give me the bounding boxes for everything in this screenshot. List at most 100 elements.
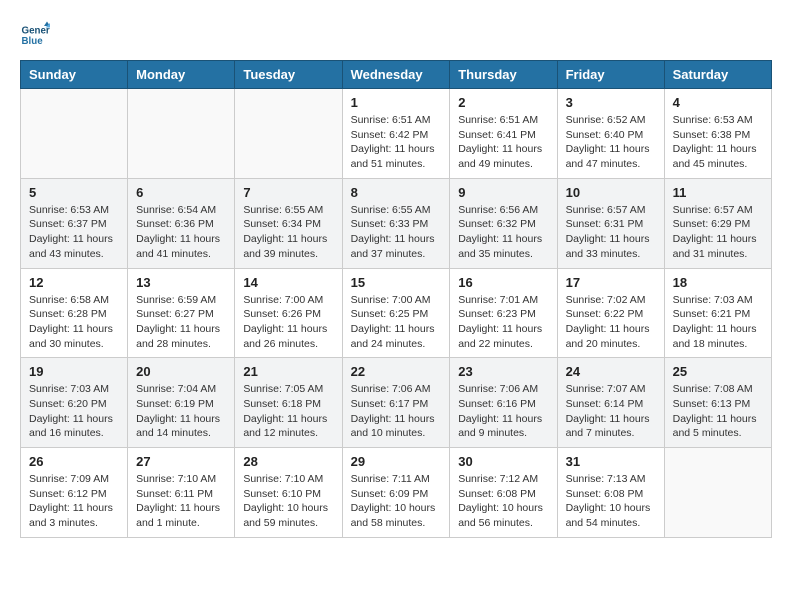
day-info: Sunrise: 7:09 AMSunset: 6:12 PMDaylight:…: [29, 472, 119, 531]
calendar-day-cell: 29 Sunrise: 7:11 AMSunset: 6:09 PMDayligh…: [342, 448, 450, 538]
page-header: General Blue: [20, 20, 772, 50]
calendar-day-cell: 16 Sunrise: 7:01 AMSunset: 6:23 PMDayligh…: [450, 268, 557, 358]
calendar-day-cell: 26Sunrise: 7:09 AMSunset: 6:12 PMDayligh…: [21, 448, 128, 538]
weekday-header-row: SundayMondayTuesdayWednesdayThursdayFrid…: [21, 61, 772, 89]
calendar-day-cell: 14Sunrise: 7:00 AMSunset: 6:26 PMDayligh…: [235, 268, 342, 358]
calendar-week-row: 19 Sunrise: 7:03 AMSunset: 6:20 PMDayligh…: [21, 358, 772, 448]
day-info: Sunrise: 6:53 AMSunset: 6:38 PMDaylight:…: [673, 113, 763, 172]
day-info: Sunrise: 7:03 AMSunset: 6:21 PMDaylight:…: [673, 293, 763, 352]
day-number: 21: [243, 364, 333, 379]
weekday-header-wednesday: Wednesday: [342, 61, 450, 89]
calendar-day-cell: 28 Sunrise: 7:10 AMSunset: 6:10 PMDayligh…: [235, 448, 342, 538]
calendar-day-cell: 31Sunrise: 7:13 AMSunset: 6:08 PMDayligh…: [557, 448, 664, 538]
calendar-day-cell: 4 Sunrise: 6:53 AMSunset: 6:38 PMDaylight…: [664, 89, 771, 179]
day-number: 7: [243, 185, 333, 200]
calendar-empty-cell: [664, 448, 771, 538]
calendar-week-row: 12 Sunrise: 6:58 AMSunset: 6:28 PMDayligh…: [21, 268, 772, 358]
calendar-empty-cell: [21, 89, 128, 179]
day-number: 22: [351, 364, 442, 379]
day-info: Sunrise: 7:02 AMSunset: 6:22 PMDaylight:…: [566, 293, 656, 352]
day-number: 16: [458, 275, 548, 290]
calendar-day-cell: 23Sunrise: 7:06 AMSunset: 6:16 PMDayligh…: [450, 358, 557, 448]
day-number: 4: [673, 95, 763, 110]
day-info: Sunrise: 7:00 AMSunset: 6:26 PMDaylight:…: [243, 293, 333, 352]
day-info: Sunrise: 7:10 AMSunset: 6:10 PMDaylight:…: [243, 472, 333, 531]
calendar-day-cell: 30 Sunrise: 7:12 AMSunset: 6:08 PMDayligh…: [450, 448, 557, 538]
day-info: Sunrise: 7:13 AMSunset: 6:08 PMDaylight:…: [566, 472, 656, 531]
day-number: 6: [136, 185, 226, 200]
weekday-header-saturday: Saturday: [664, 61, 771, 89]
calendar-empty-cell: [128, 89, 235, 179]
calendar-week-row: 5Sunrise: 6:53 AMSunset: 6:37 PMDaylight…: [21, 178, 772, 268]
calendar-week-row: 1Sunrise: 6:51 AMSunset: 6:42 PMDaylight…: [21, 89, 772, 179]
day-info: Sunrise: 6:54 AMSunset: 6:36 PMDaylight:…: [136, 203, 226, 262]
calendar-table: SundayMondayTuesdayWednesdayThursdayFrid…: [20, 60, 772, 538]
weekday-header-thursday: Thursday: [450, 61, 557, 89]
day-number: 2: [458, 95, 548, 110]
day-info: Sunrise: 6:59 AMSunset: 6:27 PMDaylight:…: [136, 293, 226, 352]
day-number: 25: [673, 364, 763, 379]
svg-text:Blue: Blue: [22, 36, 44, 47]
day-number: 9: [458, 185, 548, 200]
day-info: Sunrise: 7:01 AMSunset: 6:23 PMDaylight:…: [458, 293, 548, 352]
logo-icon: General Blue: [20, 20, 50, 50]
svg-text:General: General: [22, 26, 51, 37]
calendar-day-cell: 13 Sunrise: 6:59 AMSunset: 6:27 PMDayligh…: [128, 268, 235, 358]
day-number: 28: [243, 454, 333, 469]
day-number: 17: [566, 275, 656, 290]
calendar-day-cell: 10Sunrise: 6:57 AMSunset: 6:31 PMDayligh…: [557, 178, 664, 268]
day-number: 3: [566, 95, 656, 110]
day-number: 12: [29, 275, 119, 290]
day-info: Sunrise: 6:51 AMSunset: 6:41 PMDaylight:…: [458, 113, 548, 172]
day-info: Sunrise: 6:52 AMSunset: 6:40 PMDaylight:…: [566, 113, 656, 172]
day-number: 11: [673, 185, 763, 200]
day-info: Sunrise: 7:03 AMSunset: 6:20 PMDaylight:…: [29, 382, 119, 441]
day-number: 20: [136, 364, 226, 379]
day-number: 13: [136, 275, 226, 290]
day-number: 30: [458, 454, 548, 469]
day-number: 15: [351, 275, 442, 290]
day-number: 29: [351, 454, 442, 469]
day-info: Sunrise: 7:06 AMSunset: 6:17 PMDaylight:…: [351, 382, 442, 441]
day-info: Sunrise: 7:00 AMSunset: 6:25 PMDaylight:…: [351, 293, 442, 352]
day-info: Sunrise: 6:58 AMSunset: 6:28 PMDaylight:…: [29, 293, 119, 352]
day-number: 18: [673, 275, 763, 290]
weekday-header-tuesday: Tuesday: [235, 61, 342, 89]
day-number: 24: [566, 364, 656, 379]
day-info: Sunrise: 7:08 AMSunset: 6:13 PMDaylight:…: [673, 382, 763, 441]
calendar-day-cell: 22 Sunrise: 7:06 AMSunset: 6:17 PMDayligh…: [342, 358, 450, 448]
day-number: 8: [351, 185, 442, 200]
calendar-day-cell: 6 Sunrise: 6:54 AMSunset: 6:36 PMDaylight…: [128, 178, 235, 268]
calendar-day-cell: 7 Sunrise: 6:55 AMSunset: 6:34 PMDaylight…: [235, 178, 342, 268]
calendar-day-cell: 24Sunrise: 7:07 AMSunset: 6:14 PMDayligh…: [557, 358, 664, 448]
calendar-day-cell: 2 Sunrise: 6:51 AMSunset: 6:41 PMDaylight…: [450, 89, 557, 179]
calendar-day-cell: 21 Sunrise: 7:05 AMSunset: 6:18 PMDayligh…: [235, 358, 342, 448]
day-info: Sunrise: 7:11 AMSunset: 6:09 PMDaylight:…: [351, 472, 442, 531]
day-info: Sunrise: 7:05 AMSunset: 6:18 PMDaylight:…: [243, 382, 333, 441]
day-info: Sunrise: 6:55 AMSunset: 6:33 PMDaylight:…: [351, 203, 442, 262]
calendar-day-cell: 27 Sunrise: 7:10 AMSunset: 6:11 PMDayligh…: [128, 448, 235, 538]
calendar-day-cell: 9 Sunrise: 6:56 AMSunset: 6:32 PMDaylight…: [450, 178, 557, 268]
day-info: Sunrise: 6:55 AMSunset: 6:34 PMDaylight:…: [243, 203, 333, 262]
day-info: Sunrise: 7:04 AMSunset: 6:19 PMDaylight:…: [136, 382, 226, 441]
logo: General Blue: [20, 20, 50, 50]
day-number: 10: [566, 185, 656, 200]
calendar-day-cell: 11 Sunrise: 6:57 AMSunset: 6:29 PMDayligh…: [664, 178, 771, 268]
calendar-day-cell: 3 Sunrise: 6:52 AMSunset: 6:40 PMDaylight…: [557, 89, 664, 179]
calendar-week-row: 26Sunrise: 7:09 AMSunset: 6:12 PMDayligh…: [21, 448, 772, 538]
day-number: 19: [29, 364, 119, 379]
day-info: Sunrise: 6:57 AMSunset: 6:29 PMDaylight:…: [673, 203, 763, 262]
calendar-day-cell: 17 Sunrise: 7:02 AMSunset: 6:22 PMDayligh…: [557, 268, 664, 358]
calendar-day-cell: 15 Sunrise: 7:00 AMSunset: 6:25 PMDayligh…: [342, 268, 450, 358]
weekday-header-sunday: Sunday: [21, 61, 128, 89]
calendar-day-cell: 5Sunrise: 6:53 AMSunset: 6:37 PMDaylight…: [21, 178, 128, 268]
day-number: 27: [136, 454, 226, 469]
day-info: Sunrise: 7:10 AMSunset: 6:11 PMDaylight:…: [136, 472, 226, 531]
day-info: Sunrise: 6:56 AMSunset: 6:32 PMDaylight:…: [458, 203, 548, 262]
calendar-day-cell: 18 Sunrise: 7:03 AMSunset: 6:21 PMDayligh…: [664, 268, 771, 358]
day-info: Sunrise: 7:12 AMSunset: 6:08 PMDaylight:…: [458, 472, 548, 531]
calendar-day-cell: 8 Sunrise: 6:55 AMSunset: 6:33 PMDaylight…: [342, 178, 450, 268]
calendar-day-cell: 25 Sunrise: 7:08 AMSunset: 6:13 PMDayligh…: [664, 358, 771, 448]
calendar-day-cell: 20 Sunrise: 7:04 AMSunset: 6:19 PMDayligh…: [128, 358, 235, 448]
day-number: 23: [458, 364, 548, 379]
